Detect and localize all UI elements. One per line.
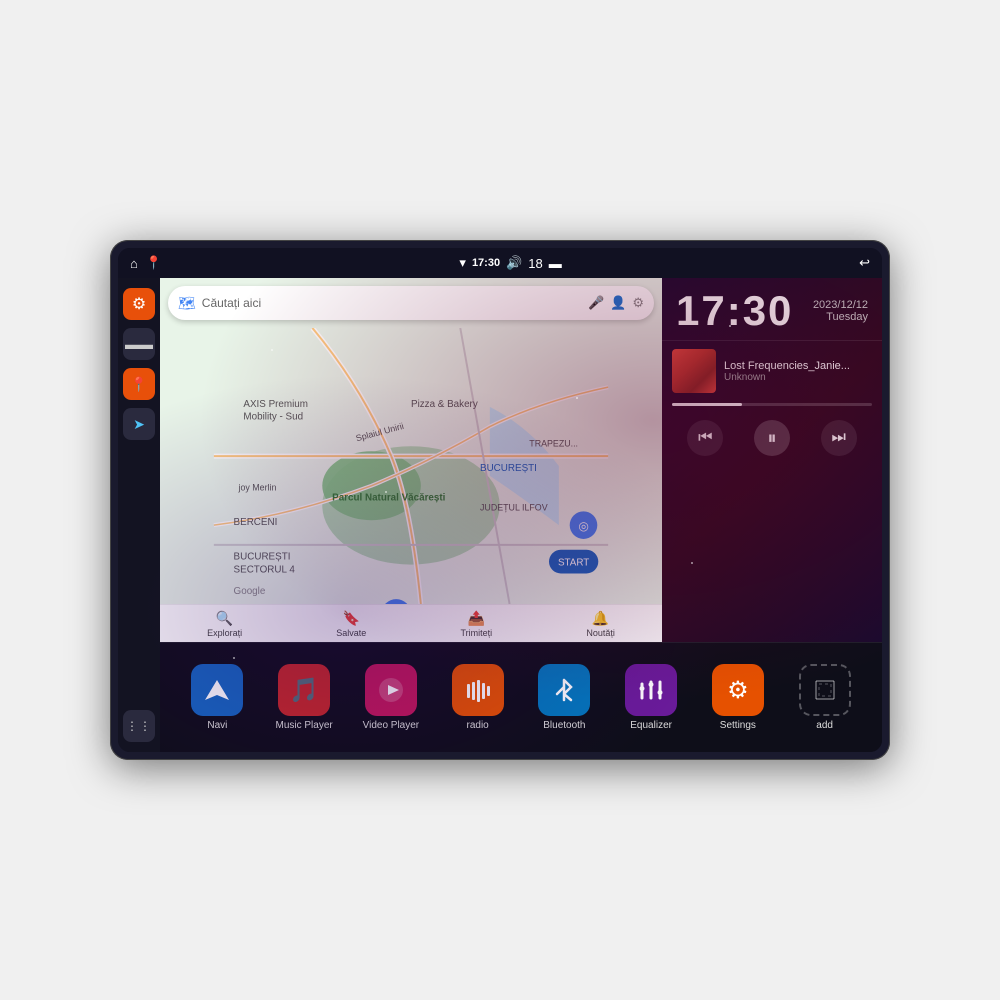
apps-grid-icon: ⋮⋮ (126, 720, 152, 732)
stars-background (118, 278, 882, 752)
device: ⌂ 📍 ▾ 17:30 🔊 18 ▬ ↩ ⚙ ▬▬ (110, 240, 890, 760)
sidebar-location-btn[interactable]: 📍 (123, 368, 155, 400)
nav-icon: ➤ (133, 416, 145, 433)
files-icon: ▬▬ (125, 336, 153, 352)
screen: ⌂ 📍 ▾ 17:30 🔊 18 ▬ ↩ ⚙ ▬▬ (118, 248, 882, 752)
star-6 (729, 325, 731, 327)
volume-icon: 🔊 (506, 255, 522, 271)
star-3 (385, 491, 387, 493)
wifi-icon: ▾ (459, 255, 466, 271)
status-time: 17:30 (472, 257, 500, 269)
status-bar: ⌂ 📍 ▾ 17:30 🔊 18 ▬ ↩ (118, 248, 882, 278)
main-content: ⚙ ▬▬ 📍 ➤ ⋮⋮ (118, 278, 882, 752)
maps-status-icon[interactable]: 📍 (146, 255, 162, 271)
settings-icon: ⚙ (132, 294, 146, 314)
status-right-icons: ↩ (859, 255, 870, 271)
top-section: 🗺 Căutați aici 🎤 👤 ⚙ (160, 278, 882, 642)
back-icon[interactable]: ↩ (859, 255, 870, 271)
star-4 (691, 562, 693, 564)
star-1 (271, 349, 273, 351)
status-center-info: ▾ 17:30 🔊 18 ▬ (459, 255, 561, 271)
right-panel: 17:30 2023/12/12 Tuesday (662, 278, 882, 642)
location-icon: 📍 (130, 376, 147, 393)
star-2 (576, 397, 578, 399)
battery-icon: ▬ (549, 256, 562, 271)
sidebar-files-btn[interactable]: ▬▬ (123, 328, 155, 360)
sidebar-apps-btn[interactable]: ⋮⋮ (123, 710, 155, 742)
sidebar-nav-btn[interactable]: ➤ (123, 408, 155, 440)
sidebar: ⚙ ▬▬ 📍 ➤ ⋮⋮ (118, 278, 160, 752)
battery-num: 18 (528, 256, 542, 271)
sidebar-settings-btn[interactable]: ⚙ (123, 288, 155, 320)
home-icon[interactable]: ⌂ (130, 256, 138, 271)
star-5 (233, 657, 235, 659)
center-area: 🗺 Căutați aici 🎤 👤 ⚙ (160, 278, 882, 752)
status-left-icons: ⌂ 📍 (130, 255, 162, 271)
